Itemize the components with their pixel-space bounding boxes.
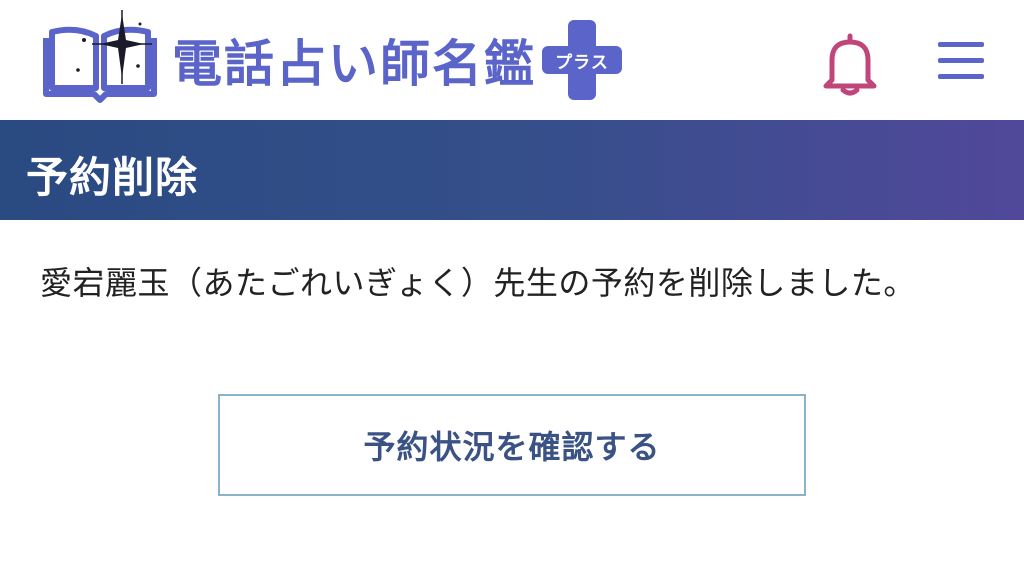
open-book-star-icon	[43, 10, 157, 103]
site-logo[interactable]: 電話占い師名鑑 プラス	[38, 6, 622, 114]
hamburger-menu-icon[interactable]	[934, 38, 988, 82]
check-reservation-status-button[interactable]: 予約状況を確認する	[218, 394, 806, 496]
logo-plus-label: プラス	[555, 53, 609, 73]
site-header: 電話占い師名鑑 プラス	[0, 0, 1024, 120]
logo-plus-badge: プラス	[542, 20, 622, 100]
logo-text: 電話占い師名鑑	[172, 35, 536, 93]
menu-bar-top	[938, 42, 984, 47]
page-title-bar: 予約削除	[0, 120, 1024, 220]
bell-icon[interactable]	[820, 30, 880, 96]
menu-bar-bottom	[938, 74, 984, 79]
app-root: 電話占い師名鑑 プラス 予約削除 愛宕麗玉（あたごれいぎょく）先生の予約を削除し…	[0, 0, 1024, 581]
deletion-message: 愛宕麗玉（あたごれいぎょく）先生の予約を削除しました。	[40, 264, 916, 302]
menu-bar-middle	[938, 58, 984, 63]
page-title: 予約削除	[26, 153, 199, 202]
